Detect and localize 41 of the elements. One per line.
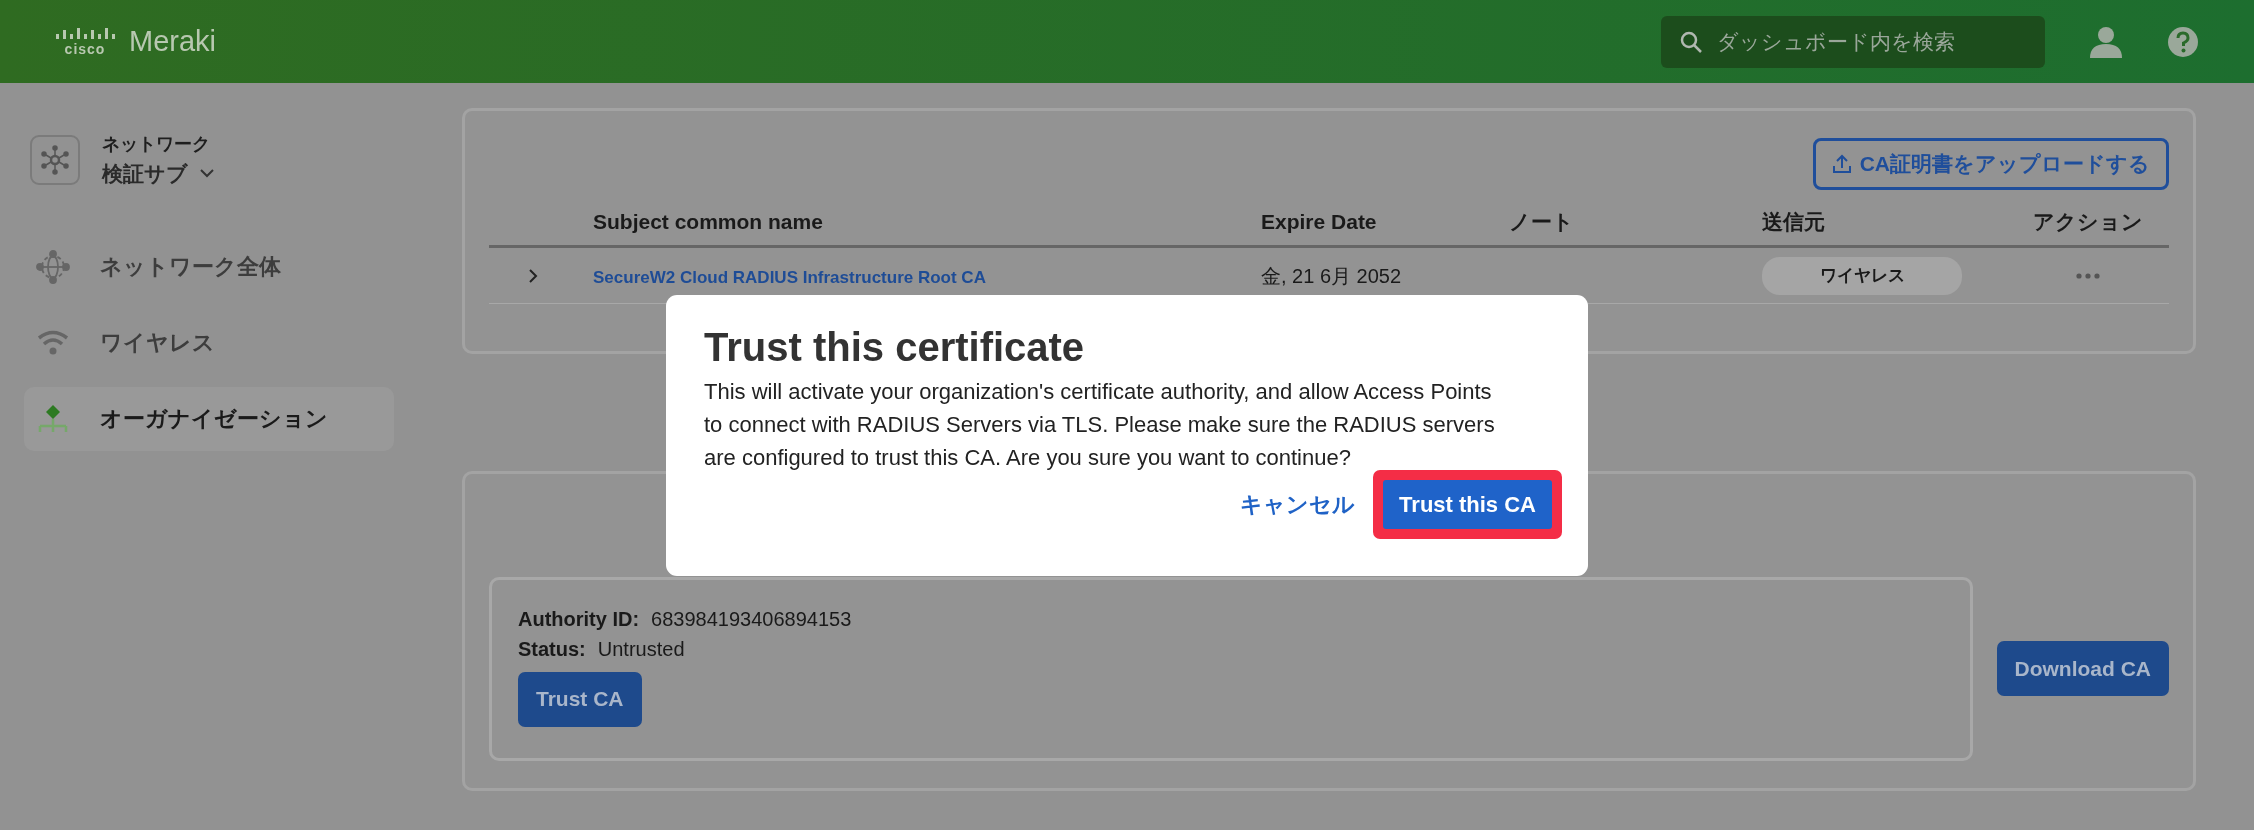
sidebar-item[interactable]: ネットワーク全体 [24, 234, 394, 299]
expire-date: 金, 21 6月 2052 [1261, 264, 1402, 287]
logo-mark: cisco [64, 41, 106, 56]
column-header: Expire Date [1260, 208, 1378, 235]
sidebar-item[interactable]: オーガナイゼーション [24, 386, 394, 451]
field-label: Status: [518, 637, 586, 660]
search-field[interactable]: ダッシュボード内を検索 [1661, 15, 2045, 68]
cisco-bars-icon [55, 27, 115, 42]
sidebar-label: ネットワーク全体 [100, 253, 281, 281]
wifi-icon [36, 329, 70, 356]
upload-ca-button[interactable]: CA証明書をアップロードする [1812, 138, 2169, 190]
trust-ca-button[interactable]: Trust CA [518, 671, 642, 727]
field-label: Authority ID: [518, 607, 640, 630]
help-icon[interactable] [2167, 25, 2199, 58]
download-ca-button[interactable]: Download CA [1996, 641, 2169, 696]
column-header: アクション [2031, 208, 2144, 235]
dialog-title: Trust this certificate [704, 325, 1086, 369]
logo-text: Meraki [129, 23, 216, 59]
sidebar-label: オーガナイゼーション [100, 405, 328, 433]
cancel-button[interactable]: キャンセル [1234, 487, 1362, 522]
upload-icon [1831, 154, 1852, 174]
status-value: Untrusted [597, 637, 685, 660]
network-name[interactable]: 検証サブ [102, 158, 188, 190]
source-tag: ワイヤレス [1762, 256, 1962, 295]
confirm-button[interactable]: Trust this CA [1383, 480, 1552, 529]
dialog-message: This will activate your organization's certificate authority, and allow Access Points to connect with RADIUS Servers via TLS. Please make sure the RADIUS servers are configured to trust this CA. Are you sure you want to continue? [704, 378, 1496, 472]
user-icon[interactable] [2089, 25, 2123, 58]
globe-icon [36, 249, 70, 284]
more-icon[interactable] [2075, 272, 2100, 279]
certificate-link[interactable]: SecureW2 Cloud RADIUS Infrastructure Root CA [593, 267, 986, 287]
sidebar-label: ワイヤレス [100, 329, 215, 357]
network-label: ネットワーク [102, 133, 211, 156]
sidebar-item[interactable]: ワイヤレス [24, 310, 394, 375]
authority-id: 683984193406894153 [651, 607, 852, 630]
column-header: ノート [1509, 208, 1575, 235]
network-selector-icon[interactable] [30, 135, 80, 186]
column-header: Subject common name [592, 208, 824, 235]
org-icon [36, 403, 70, 434]
chevron-down-icon[interactable] [200, 169, 214, 179]
chevron-right-icon[interactable] [527, 267, 539, 284]
column-header: 送信元 [1762, 208, 1826, 235]
